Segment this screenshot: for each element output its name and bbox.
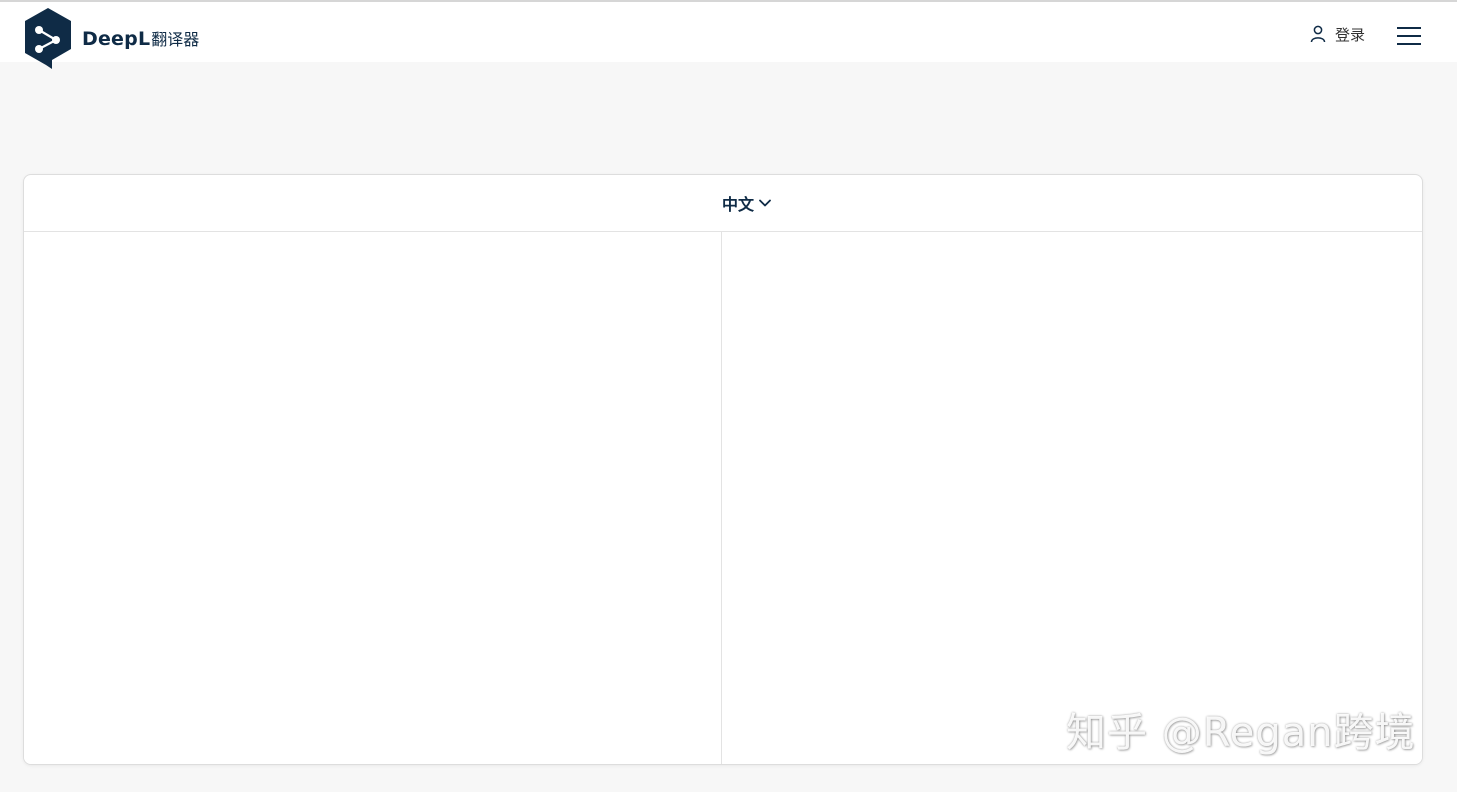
source-text-area[interactable]	[24, 232, 722, 764]
deepl-logo-icon	[25, 8, 71, 69]
target-language-label: 中文	[721, 195, 754, 214]
login-button[interactable]: 登录	[1309, 22, 1365, 46]
target-language-selector[interactable]: 中文	[722, 191, 772, 215]
translation-output-area[interactable]	[723, 232, 1422, 764]
translator-panel: 中文	[23, 174, 1423, 765]
brand-wordmark: DeepL 翻译器	[82, 26, 199, 50]
chevron-down-icon	[759, 199, 771, 207]
hamburger-menu-button[interactable]	[1395, 26, 1423, 48]
home-logo-link[interactable]: DeepL 翻译器	[22, 6, 199, 72]
hamburger-menu-icon	[1397, 27, 1421, 29]
user-icon	[1310, 25, 1326, 43]
login-label: 登录	[1335, 25, 1366, 44]
brand-name: DeepL	[82, 28, 151, 50]
brand-suffix: 翻译器	[151, 30, 200, 49]
language-bar: 中文	[24, 175, 1422, 232]
top-bar: DeepL 翻译器 登录	[0, 2, 1457, 69]
watermark: 知乎 @Regan跨境	[1066, 710, 1416, 756]
